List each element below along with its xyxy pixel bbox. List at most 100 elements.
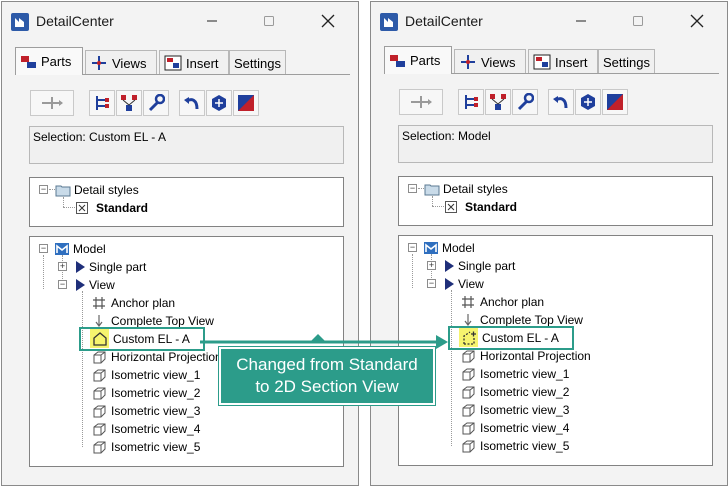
tree-node-single-part[interactable]: Single part bbox=[74, 258, 146, 275]
node-label: Complete Top View bbox=[480, 312, 583, 327]
tree-node-isometric-view-4[interactable]: Isometric view_4 bbox=[92, 420, 200, 437]
window-title: DetailCenter bbox=[405, 13, 483, 29]
tree-node-standard[interactable]: Standard bbox=[445, 198, 517, 215]
tree-node-isometric-view-5[interactable]: Isometric view_5 bbox=[461, 437, 569, 454]
tools-button[interactable] bbox=[512, 89, 538, 115]
tree-node-isometric-view-2[interactable]: Isometric view_2 bbox=[92, 384, 200, 401]
tree-node-detail-styles[interactable]: Detail styles bbox=[424, 180, 508, 197]
tree-node-anchor-plan[interactable]: Anchor plan bbox=[92, 294, 175, 311]
hierarchy-button[interactable] bbox=[485, 89, 511, 115]
hierarchy-button[interactable] bbox=[116, 90, 142, 116]
cube-icon bbox=[462, 422, 475, 434]
components-button[interactable] bbox=[206, 90, 232, 116]
node-label: Isometric view_2 bbox=[111, 385, 201, 400]
close-button[interactable] bbox=[685, 10, 709, 32]
style-button[interactable] bbox=[233, 90, 259, 116]
tree-node-single-part[interactable]: Single part bbox=[443, 257, 515, 274]
tree-node-isometric-view-4[interactable]: Isometric view_4 bbox=[461, 419, 569, 436]
tree-structure-button[interactable] bbox=[458, 89, 484, 115]
tab-settings[interactable]: Settings bbox=[229, 50, 286, 75]
node-label: View bbox=[89, 277, 115, 292]
tree-node-anchor-plan[interactable]: Anchor plan bbox=[461, 293, 544, 310]
tab-strip: Parts Views Insert Settings bbox=[384, 46, 719, 74]
node-label: Isometric view_1 bbox=[480, 366, 570, 381]
node-label: Isometric view_3 bbox=[480, 402, 570, 417]
down-arrow-icon bbox=[464, 313, 472, 326]
undo-button[interactable] bbox=[548, 89, 574, 115]
collapse-toggle[interactable]: − bbox=[39, 244, 48, 253]
node-label: Model bbox=[442, 240, 475, 255]
insert-icon bbox=[164, 55, 182, 71]
move-button[interactable] bbox=[30, 90, 74, 116]
detail-styles-tree[interactable]: − Detail styles Standard bbox=[29, 177, 344, 227]
expand-toggle[interactable]: + bbox=[58, 262, 67, 271]
node-label: Single part bbox=[89, 259, 147, 274]
cube-icon bbox=[462, 404, 475, 416]
close-button[interactable] bbox=[316, 10, 340, 32]
tree-node-isometric-view-3[interactable]: Isometric view_3 bbox=[92, 402, 200, 419]
tab-parts[interactable]: Parts bbox=[384, 46, 452, 74]
callout-line-1: Changed from Standard bbox=[236, 355, 418, 374]
maximize-button[interactable] bbox=[626, 10, 650, 32]
tab-views[interactable]: Views bbox=[454, 49, 526, 74]
collapse-toggle[interactable]: − bbox=[39, 185, 48, 194]
tree-node-standard[interactable]: Standard bbox=[76, 199, 148, 216]
maximize-button[interactable] bbox=[257, 10, 281, 32]
style-button[interactable] bbox=[602, 89, 628, 115]
tree-connector bbox=[432, 206, 444, 207]
tree-connector bbox=[412, 254, 413, 288]
cube-icon bbox=[93, 369, 106, 381]
tab-label: Views bbox=[481, 54, 516, 70]
tree-structure-button[interactable] bbox=[89, 90, 115, 116]
node-label: View bbox=[458, 276, 484, 291]
expand-toggle[interactable]: + bbox=[427, 261, 436, 270]
collapse-toggle[interactable]: − bbox=[408, 243, 417, 252]
tree-node-isometric-view-3[interactable]: Isometric view_3 bbox=[461, 401, 569, 418]
callout-annotation: Changed from Standard to 2D Section View bbox=[219, 347, 435, 405]
undo-arrow-icon bbox=[553, 96, 568, 109]
tab-parts[interactable]: Parts bbox=[15, 47, 83, 75]
cube-icon bbox=[462, 350, 475, 362]
tree-node-isometric-view-5[interactable]: Isometric view_5 bbox=[92, 438, 200, 455]
maximize-icon bbox=[633, 16, 643, 26]
close-icon bbox=[321, 14, 335, 28]
collapse-toggle[interactable]: − bbox=[58, 280, 67, 289]
title-bar[interactable]: DetailCenter bbox=[2, 2, 358, 40]
tab-views[interactable]: Views bbox=[85, 50, 157, 75]
tab-insert[interactable]: Insert bbox=[528, 49, 598, 74]
tree-connector bbox=[432, 196, 433, 206]
tree-node-view[interactable]: View bbox=[443, 275, 484, 292]
tree-node-view[interactable]: View bbox=[74, 276, 115, 293]
detail-styles-tree[interactable]: − Detail styles Standard bbox=[398, 176, 713, 226]
tab-label: Settings bbox=[603, 54, 650, 70]
move-button[interactable] bbox=[399, 89, 443, 115]
move-arrows-icon bbox=[42, 97, 63, 109]
tab-insert[interactable]: Insert bbox=[159, 50, 229, 75]
node-label: Isometric view_4 bbox=[480, 420, 570, 435]
highlight-frame bbox=[448, 326, 574, 350]
title-bar[interactable]: DetailCenter bbox=[371, 2, 727, 40]
tree-node-detail-styles[interactable]: Detail styles bbox=[55, 181, 139, 198]
undo-button[interactable] bbox=[179, 90, 205, 116]
components-button[interactable] bbox=[575, 89, 601, 115]
maximize-icon bbox=[264, 16, 274, 26]
collapse-toggle[interactable]: − bbox=[427, 279, 436, 288]
minimize-button[interactable] bbox=[569, 10, 593, 32]
tree-node-isometric-view-2[interactable]: Isometric view_2 bbox=[461, 383, 569, 400]
tree-node-isometric-view-1[interactable]: Isometric view_1 bbox=[92, 366, 200, 383]
views-icon bbox=[92, 56, 106, 70]
tree-node-isometric-view-1[interactable]: Isometric view_1 bbox=[461, 365, 569, 382]
insert-icon bbox=[533, 54, 551, 70]
grid-icon bbox=[93, 296, 105, 309]
undo-arrow-icon bbox=[184, 97, 199, 110]
collapse-toggle[interactable]: − bbox=[408, 184, 417, 193]
node-label: Isometric view_3 bbox=[111, 403, 201, 418]
minimize-button[interactable] bbox=[200, 10, 224, 32]
node-label: Isometric view_4 bbox=[111, 421, 201, 436]
components-icon bbox=[581, 94, 595, 110]
app-icon bbox=[11, 13, 29, 31]
arrow-right-icon bbox=[76, 260, 85, 273]
tools-button[interactable] bbox=[143, 90, 169, 116]
tab-settings[interactable]: Settings bbox=[598, 49, 655, 74]
cube-icon bbox=[462, 368, 475, 380]
